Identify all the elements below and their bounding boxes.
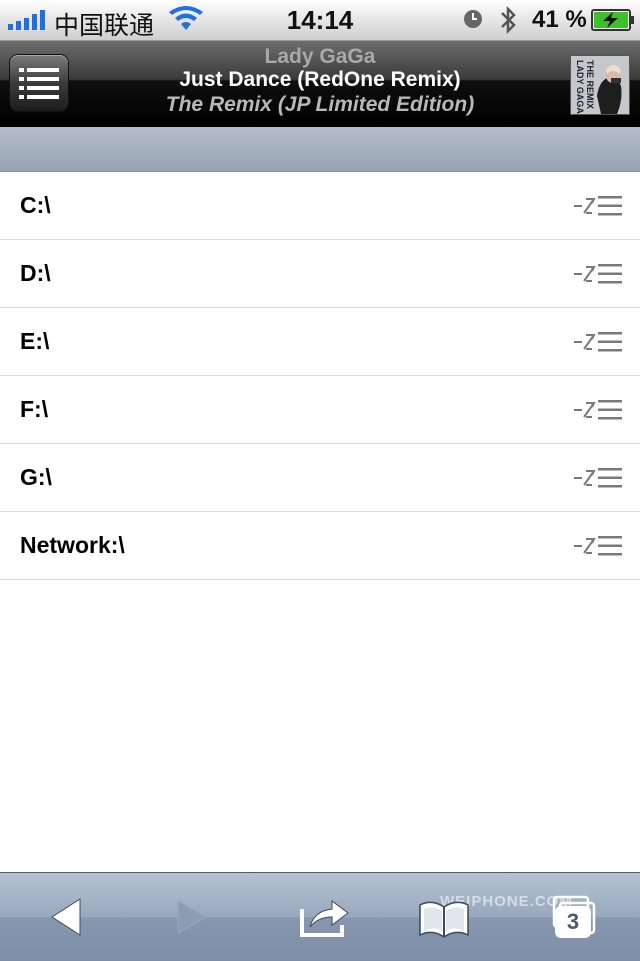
shuffle-list-icon[interactable] [572,193,624,219]
now-playing-artist: Lady GaGa [264,45,376,68]
drive-label: D:\ [20,260,51,286]
forward-arrow-icon[interactable] [162,891,222,943]
drive-row[interactable]: Network:\ [0,512,640,580]
drive-label: E:\ [20,328,50,354]
shuffle-list-icon[interactable] [572,465,624,491]
alarm-clock-icon [464,10,482,28]
svg-text:LADY GAGA: LADY GAGA [575,60,585,114]
drive-row[interactable]: D:\ [0,240,640,308]
shuffle-list-icon[interactable] [572,329,624,355]
album-art-image: LADY GAGA THE REMIX [571,56,629,114]
drive-label: F:\ [20,396,49,422]
now-playing-title[interactable]: Just Dance (RedOne Remix) [0,68,640,92]
drive-row[interactable]: F:\ [0,376,640,444]
section-header-band [0,127,640,172]
svg-text:THE REMIX: THE REMIX [585,60,595,109]
tabs-count-badge[interactable]: 3 [557,908,589,936]
drive-row[interactable]: C:\ [0,172,640,240]
drive-label: C:\ [20,192,51,218]
shuffle-list-icon[interactable] [572,261,624,287]
now-playing-album: The Remix (JP Limited Edition) [165,93,475,116]
bluetooth-icon [501,5,516,35]
battery-percent: 41 % [532,6,587,33]
drive-list: C:\ D:\ E:\ F:\ G:\ Network:\ [0,172,640,580]
bookmarks-icon[interactable] [414,891,474,943]
shuffle-list-icon[interactable] [572,533,624,559]
drive-label: Network:\ [20,532,125,558]
shuffle-list-icon[interactable] [572,397,624,423]
album-art-thumbnail[interactable]: LADY GAGA THE REMIX [570,55,630,115]
status-bar: 中国联通 14:14 41 % [0,0,640,41]
back-arrow-icon[interactable] [36,891,96,943]
drive-row[interactable]: E:\ [0,308,640,376]
share-icon[interactable] [296,891,356,943]
browser-toolbar: WEIPHONE.COM 3 [0,872,640,961]
battery-charging-icon [591,9,634,31]
drive-label: G:\ [20,464,52,490]
now-playing-header: Lady GaGa Just Dance (RedOne Remix) The … [0,41,640,128]
drive-row[interactable]: G:\ [0,444,640,512]
